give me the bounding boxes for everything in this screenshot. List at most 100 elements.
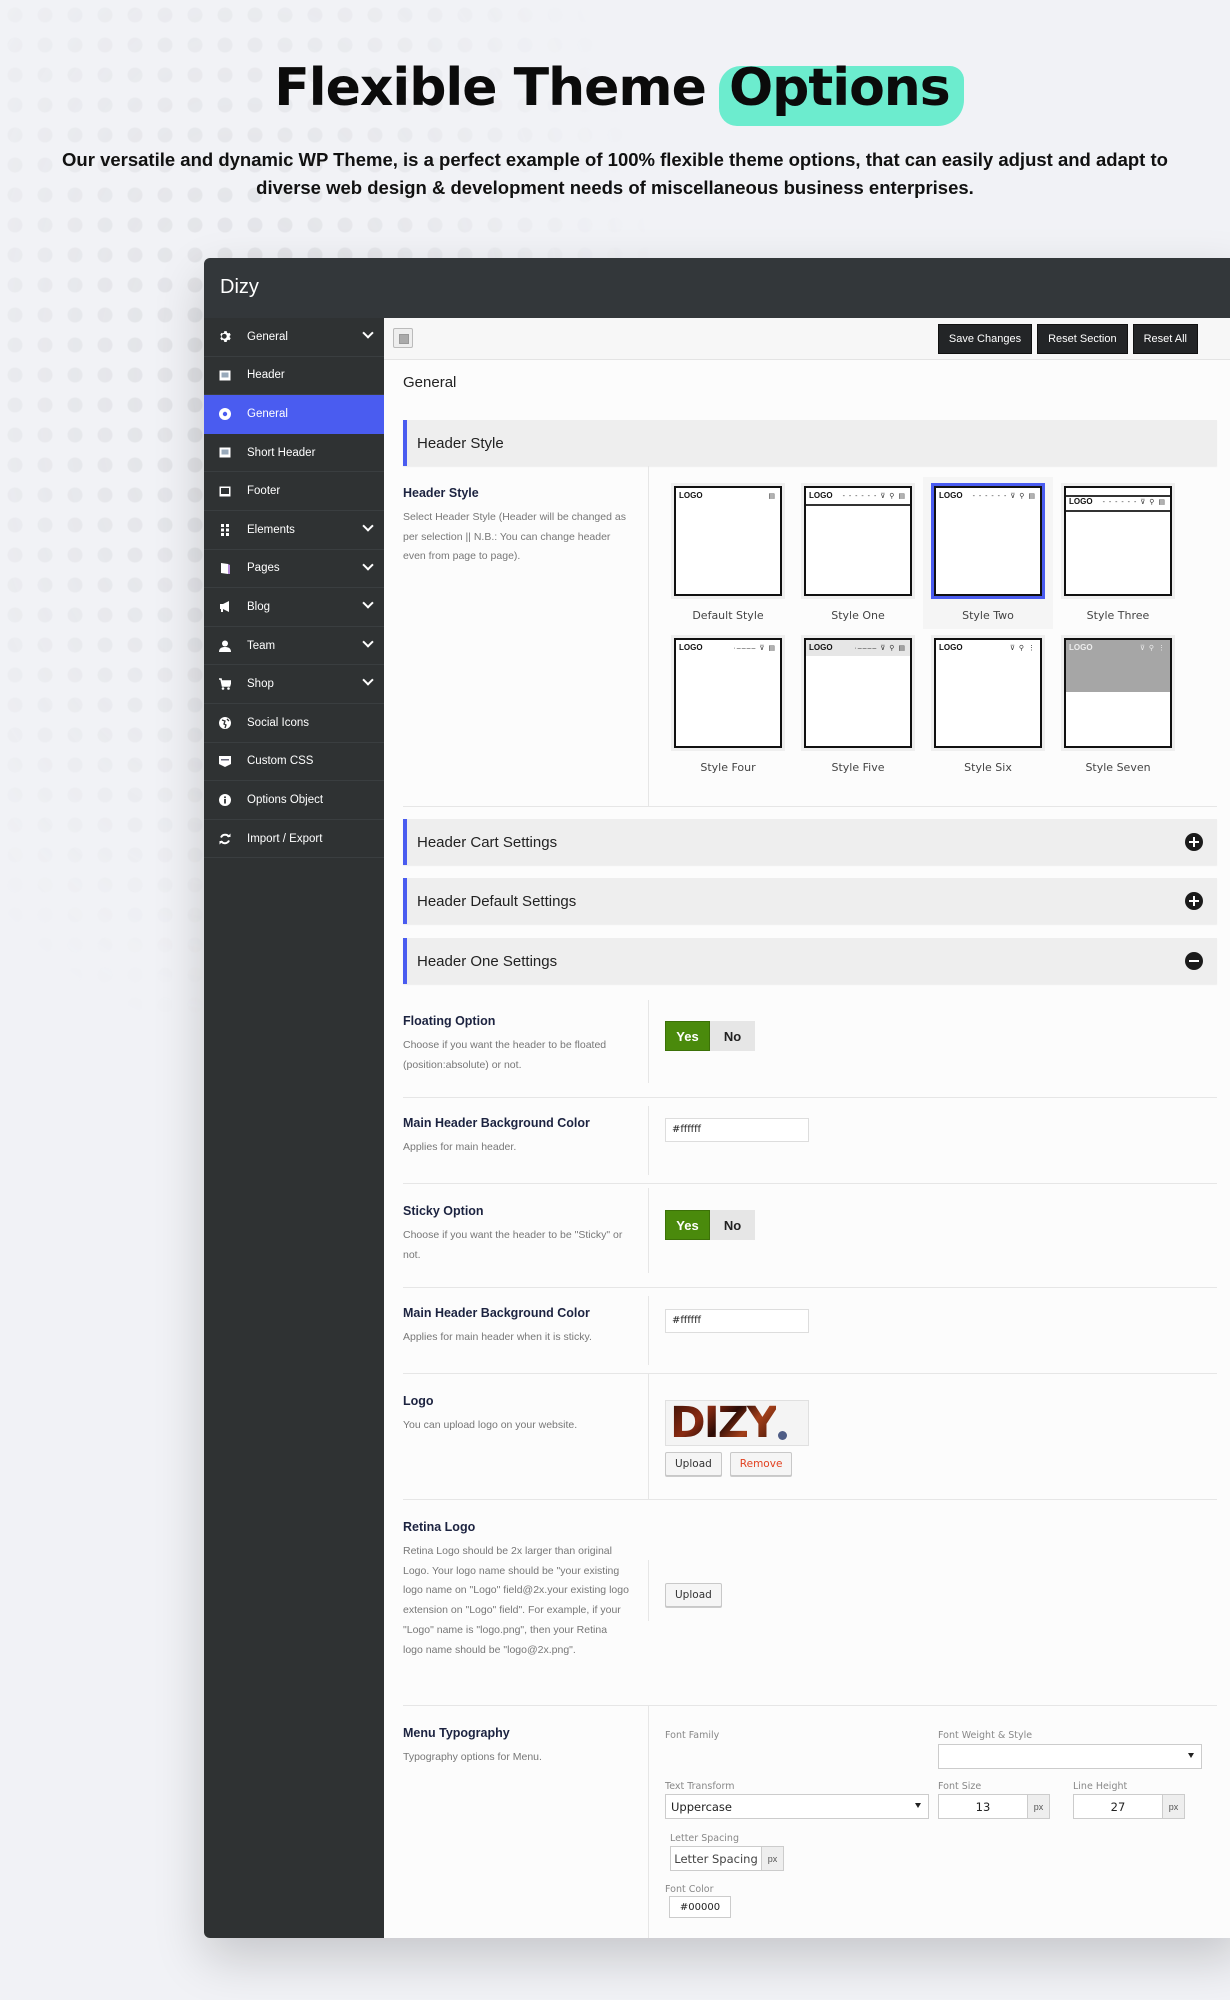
font-color-input[interactable]: #00000	[669, 1896, 731, 1918]
header-default-settings-bar[interactable]: Header Default Settings	[403, 878, 1217, 924]
hero-title-highlight: Options	[718, 58, 964, 126]
grid-dots-icon	[218, 523, 232, 537]
sidebar-item-team[interactable]: Team	[204, 627, 384, 666]
retina-logo-upload-button[interactable]: Upload	[665, 1583, 722, 1607]
expand-plus-icon[interactable]	[1185, 892, 1203, 910]
header-style-option-selected[interactable]: LOGO - - - - - - ⊽ ⚲ ▤ Style Two	[923, 477, 1053, 629]
nav-icons: - - - - - - ⊽ ⚲ ▤	[972, 493, 1036, 500]
save-changes-button[interactable]: Save Changes	[937, 324, 1033, 354]
thumb-logo: LOGO	[679, 643, 703, 652]
toolbar: Save Changes Reset Section Reset All	[384, 318, 1230, 360]
nav-icons: - - - - - - ⊽ ⚲ ▤	[1102, 499, 1166, 506]
font-weight-label: Font Weight & Style	[938, 1730, 1033, 1741]
reset-section-button[interactable]: Reset Section	[1037, 324, 1128, 354]
header-style-option[interactable]: LOGO ⊽ ⚲ ⋮ Style Six	[923, 629, 1053, 781]
header-style-option[interactable]: LOGO ·–––– ⊽ ⚲ ▤ Style Five	[793, 629, 923, 781]
thumb-caption: Default Style	[692, 609, 764, 622]
user-icon	[218, 639, 232, 653]
option-title: Main Header Background Color	[403, 1116, 590, 1130]
logo-image-text: DIZY	[670, 1397, 778, 1448]
header-one-settings-bar[interactable]: Header One Settings	[403, 938, 1217, 984]
sidebar-item-general-active[interactable]: General	[204, 395, 384, 434]
sidebar-item-options-object[interactable]: Options Object	[204, 781, 384, 820]
header-style-option[interactable]: LOGO - - - - - - ⊽ ⚲ ▤ Style One	[793, 477, 923, 629]
bar-label: Header Default Settings	[417, 892, 577, 910]
logo-preview: DIZY	[665, 1400, 809, 1446]
line-height-label: Line Height	[1073, 1781, 1128, 1792]
option-desc: Choose if you want the header to be "Sti…	[403, 1229, 623, 1261]
thumb-caption: Style Six	[964, 761, 1012, 774]
collapse-minus-icon[interactable]	[1185, 952, 1203, 970]
font-weight-select[interactable]	[938, 1744, 1202, 1769]
pages-icon	[218, 561, 232, 575]
sticky-header-bg-color-input[interactable]: #ffffff	[665, 1309, 809, 1333]
cart-icon	[218, 677, 232, 691]
main-header-bg-color-input[interactable]: #ffffff	[665, 1118, 809, 1142]
logo-remove-button[interactable]: Remove	[729, 1452, 793, 1476]
sidebar-item-label: Options Object	[247, 793, 324, 806]
line-height-input[interactable]: 27 px	[1073, 1794, 1185, 1819]
unit-label: px	[762, 1846, 784, 1871]
globe-icon	[218, 716, 232, 730]
thumb-caption: Style Two	[962, 609, 1014, 622]
header-cart-settings-bar[interactable]: Header Cart Settings	[403, 819, 1217, 865]
unit-label: px	[1028, 1794, 1050, 1819]
font-color-value[interactable]: #00000	[669, 1896, 731, 1918]
no-button[interactable]: No	[710, 1021, 755, 1051]
sidebar-item-social-icons[interactable]: Social Icons	[204, 704, 384, 743]
sidebar-item-import-export[interactable]: Import / Export	[204, 820, 384, 859]
bar-label: Header Style	[417, 434, 504, 452]
hero-title-main: Flexible Theme	[274, 58, 707, 118]
text-transform-label: Text Transform	[665, 1781, 735, 1792]
layout-toggle-icon[interactable]	[393, 328, 413, 348]
header-style-option[interactable]: LOGO ⊽ ⚲ ⋮ Style Seven	[1053, 629, 1183, 781]
sidebar-item-elements[interactable]: Elements	[204, 511, 384, 550]
option-desc: Retina Logo should be 2x larger than ori…	[403, 1545, 629, 1656]
line-height-value[interactable]: 27	[1073, 1794, 1163, 1819]
sidebar-item-label: Shop	[247, 678, 274, 691]
header-style-bar: Header Style	[403, 420, 1217, 466]
letter-spacing-placeholder[interactable]: Letter Spacing	[670, 1846, 762, 1871]
font-size-input[interactable]: 13 px	[938, 1794, 1050, 1819]
text-transform-select[interactable]: Uppercase	[665, 1794, 929, 1819]
select-value: Uppercase	[671, 1800, 733, 1814]
sidebar-item-label: Pages	[247, 562, 280, 575]
thumb-logo: LOGO	[939, 491, 963, 500]
sidebar-item-label: Short Header	[247, 446, 316, 459]
header-style-option[interactable]: LOGO - - - - - - ⊽ ⚲ ▤ Style Three	[1053, 477, 1183, 629]
header-style-option[interactable]: LOGO ·–––– ⊽ ▤ Style Four	[663, 629, 793, 781]
retina-logo-row: Retina Logo Retina Logo should be 2x lar…	[403, 1500, 1217, 1706]
no-button[interactable]: No	[710, 1210, 755, 1240]
bar-label: Header One Settings	[417, 952, 558, 970]
divider	[648, 1188, 649, 1273]
thumb-caption: Style Five	[831, 761, 885, 774]
bar-label: Header Cart Settings	[417, 833, 558, 851]
font-size-value[interactable]: 13	[938, 1794, 1028, 1819]
thumb-caption: Style Seven	[1085, 761, 1151, 774]
floating-toggle: Yes No	[665, 1021, 1217, 1051]
yes-button[interactable]: Yes	[665, 1021, 710, 1051]
header-style-option[interactable]: LOGO ▤ Default Style	[663, 477, 793, 629]
letter-spacing-input[interactable]: Letter Spacing px	[670, 1846, 784, 1871]
sidebar-item-footer[interactable]: Footer	[204, 472, 384, 511]
thumb-logo: LOGO	[1069, 497, 1093, 506]
sidebar-item-header[interactable]: Header	[204, 357, 384, 396]
header-style-picker: LOGO ▤ Default Style LOGO - - - - - - ⊽ ⚲ …	[663, 477, 1217, 781]
expand-plus-icon[interactable]	[1185, 833, 1203, 851]
sidebar-item-pages[interactable]: Pages	[204, 550, 384, 589]
chevron-down-icon	[362, 520, 374, 532]
sidebar-item-general[interactable]: General	[204, 318, 384, 357]
sidebar-item-short-header[interactable]: Short Header	[204, 434, 384, 473]
sidebar-item-custom-css[interactable]: Custom CSS	[204, 743, 384, 782]
sidebar-item-shop[interactable]: Shop	[204, 665, 384, 704]
hero-title: Flexible Theme Options	[0, 58, 1230, 126]
logo-upload-button[interactable]: Upload	[665, 1452, 722, 1476]
thumb-logo: LOGO	[809, 643, 833, 652]
reset-all-button[interactable]: Reset All	[1132, 324, 1198, 354]
main-header-bg-row: Main Header Background Color Applies for…	[403, 1098, 1217, 1184]
sidebar-item-blog[interactable]: Blog	[204, 588, 384, 627]
dropdown-arrow-icon	[915, 1803, 921, 1808]
divider	[806, 504, 910, 506]
sidebar-item-label: Import / Export	[247, 832, 323, 845]
yes-button[interactable]: Yes	[665, 1210, 710, 1240]
